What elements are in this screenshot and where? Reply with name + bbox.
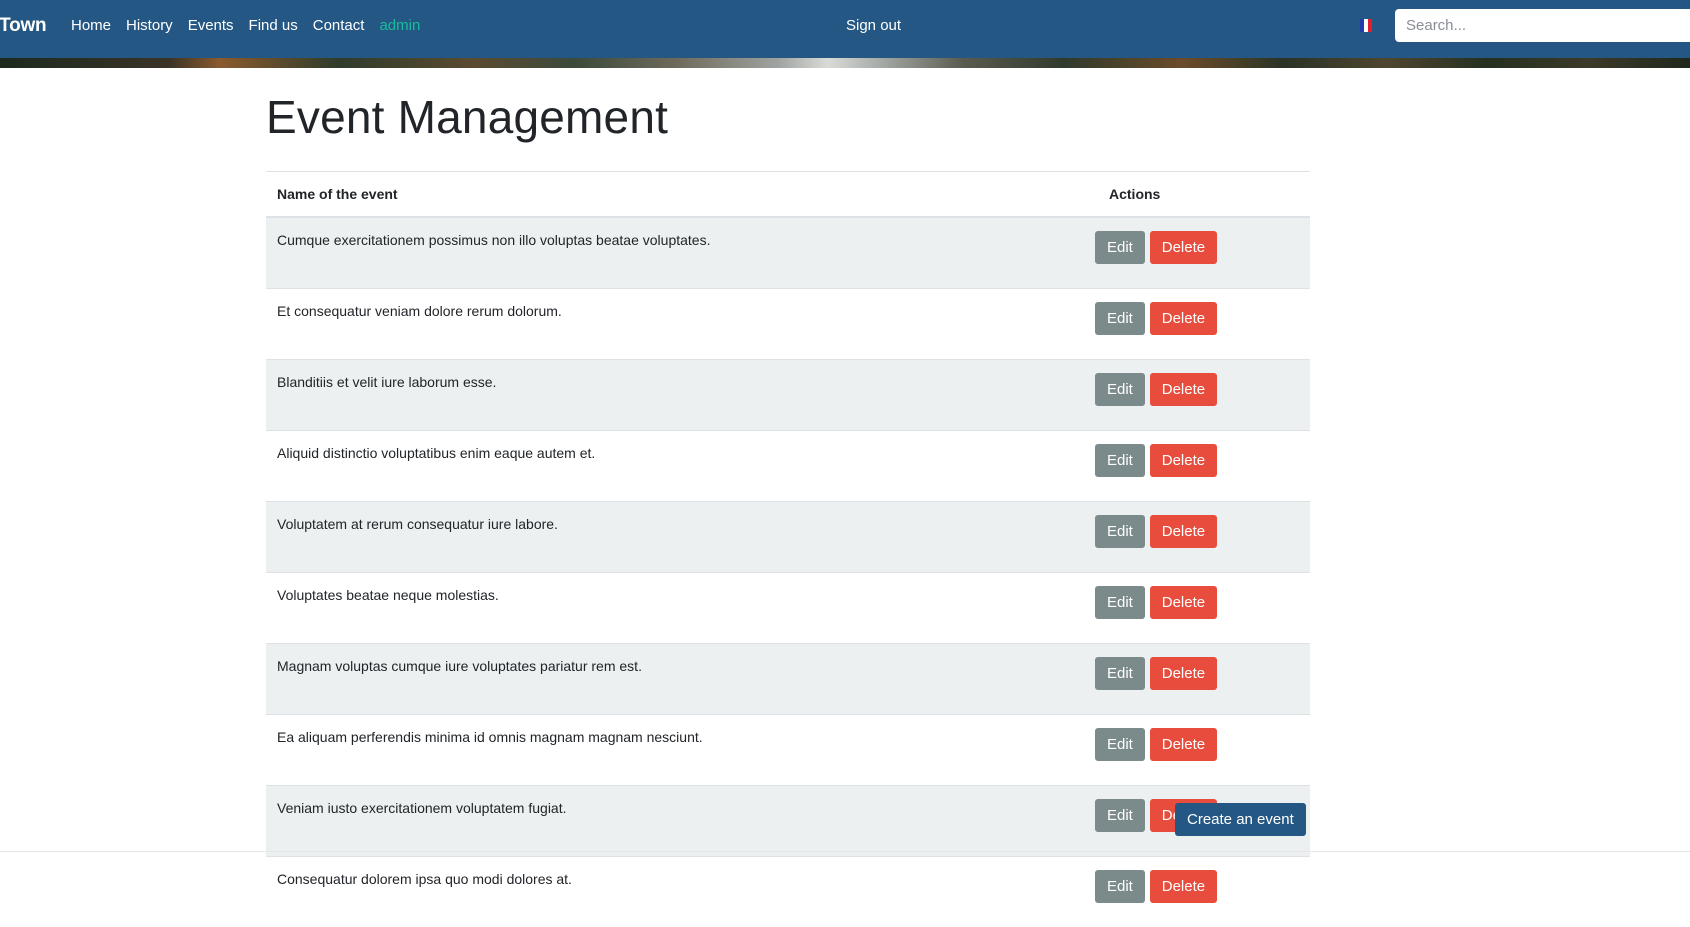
table-row: Voluptates beatae neque molestias.Edit D… [266,573,1310,644]
table-row: Veniam iusto exercitationem voluptatem f… [266,786,1310,857]
table-row: Voluptatem at rerum consequatur iure lab… [266,502,1310,573]
table-row: Cumque exercitationem possimus non illo … [266,217,1310,289]
event-actions-cell: Edit Delete [1087,289,1310,360]
event-actions-cell: Edit Delete [1087,857,1310,927]
event-actions-cell: Edit Delete [1087,217,1310,289]
event-name-cell: Magnam voluptas cumque iure voluptates p… [266,644,1087,715]
event-actions-cell: Edit Delete [1087,644,1310,715]
edit-button[interactable]: Edit [1095,870,1145,903]
column-header-name: Name of the event [266,172,1087,218]
delete-button[interactable]: Delete [1150,231,1217,264]
edit-button[interactable]: Edit [1095,444,1145,477]
event-name-cell: Consequatur dolorem ipsa quo modi dolore… [266,857,1087,927]
search-input[interactable] [1395,9,1690,42]
nav-link-find-us[interactable]: Find us [249,17,298,34]
edit-button[interactable]: Edit [1095,515,1145,548]
france-flag-icon[interactable] [1360,19,1372,32]
footer-divider [0,851,1690,852]
header-banner-image [0,58,1690,68]
table-row: Aliquid distinctio voluptatibus enim eaq… [266,431,1310,502]
event-name-cell: Cumque exercitationem possimus non illo … [266,217,1087,289]
event-actions-cell: Edit Delete [1087,360,1310,431]
nav-links: Home History Events Find us Contact admi… [71,0,420,50]
edit-button[interactable]: Edit [1095,373,1145,406]
delete-button[interactable]: Delete [1150,586,1217,619]
edit-button[interactable]: Edit [1095,231,1145,264]
nav-link-history[interactable]: History [126,17,173,34]
delete-button[interactable]: Delete [1150,302,1217,335]
table-row: Blanditiis et velit iure laborum esse.Ed… [266,360,1310,431]
event-name-cell: Voluptatem at rerum consequatur iure lab… [266,502,1087,573]
column-header-actions: Actions [1087,172,1310,218]
edit-button[interactable]: Edit [1095,728,1145,761]
delete-button[interactable]: Delete [1150,444,1217,477]
nav-link-events[interactable]: Events [188,17,234,34]
event-name-cell: Et consequatur veniam dolore rerum dolor… [266,289,1087,360]
table-row: Ea aliquam perferendis minima id omnis m… [266,715,1310,786]
table-row: Magnam voluptas cumque iure voluptates p… [266,644,1310,715]
table-row: Consequatur dolorem ipsa quo modi dolore… [266,857,1310,927]
brand-logo[interactable]: lTown [0,15,46,37]
top-navbar: lTown Home History Events Find us Contac… [0,0,1690,58]
edit-button[interactable]: Edit [1095,586,1145,619]
edit-button[interactable]: Edit [1095,799,1145,832]
delete-button[interactable]: Delete [1150,870,1217,903]
event-actions-cell: Edit Delete [1087,502,1310,573]
event-name-cell: Aliquid distinctio voluptatibus enim eaq… [266,431,1087,502]
nav-link-contact[interactable]: Contact [313,17,365,34]
delete-button[interactable]: Delete [1150,515,1217,548]
table-row: Et consequatur veniam dolore rerum dolor… [266,289,1310,360]
event-actions-cell: Edit Delete [1087,715,1310,786]
delete-button[interactable]: Delete [1150,373,1217,406]
delete-button[interactable]: Delete [1150,728,1217,761]
event-name-cell: Ea aliquam perferendis minima id omnis m… [266,715,1087,786]
edit-button[interactable]: Edit [1095,657,1145,690]
table-header-row: Name of the event Actions [266,172,1310,218]
nav-link-home[interactable]: Home [71,17,111,34]
nav-link-admin[interactable]: admin [379,17,420,34]
page-title: Event Management [266,90,668,144]
event-actions-cell: Edit Delete [1087,573,1310,644]
sign-out-link[interactable]: Sign out [846,0,901,50]
events-table: Name of the event Actions Cumque exercit… [266,171,1310,927]
event-name-cell: Voluptates beatae neque molestias. [266,573,1087,644]
create-event-button[interactable]: Create an event [1175,803,1306,836]
delete-button[interactable]: Delete [1150,657,1217,690]
event-actions-cell: Edit Delete [1087,431,1310,502]
edit-button[interactable]: Edit [1095,302,1145,335]
event-name-cell: Veniam iusto exercitationem voluptatem f… [266,786,1087,857]
event-name-cell: Blanditiis et velit iure laborum esse. [266,360,1087,431]
